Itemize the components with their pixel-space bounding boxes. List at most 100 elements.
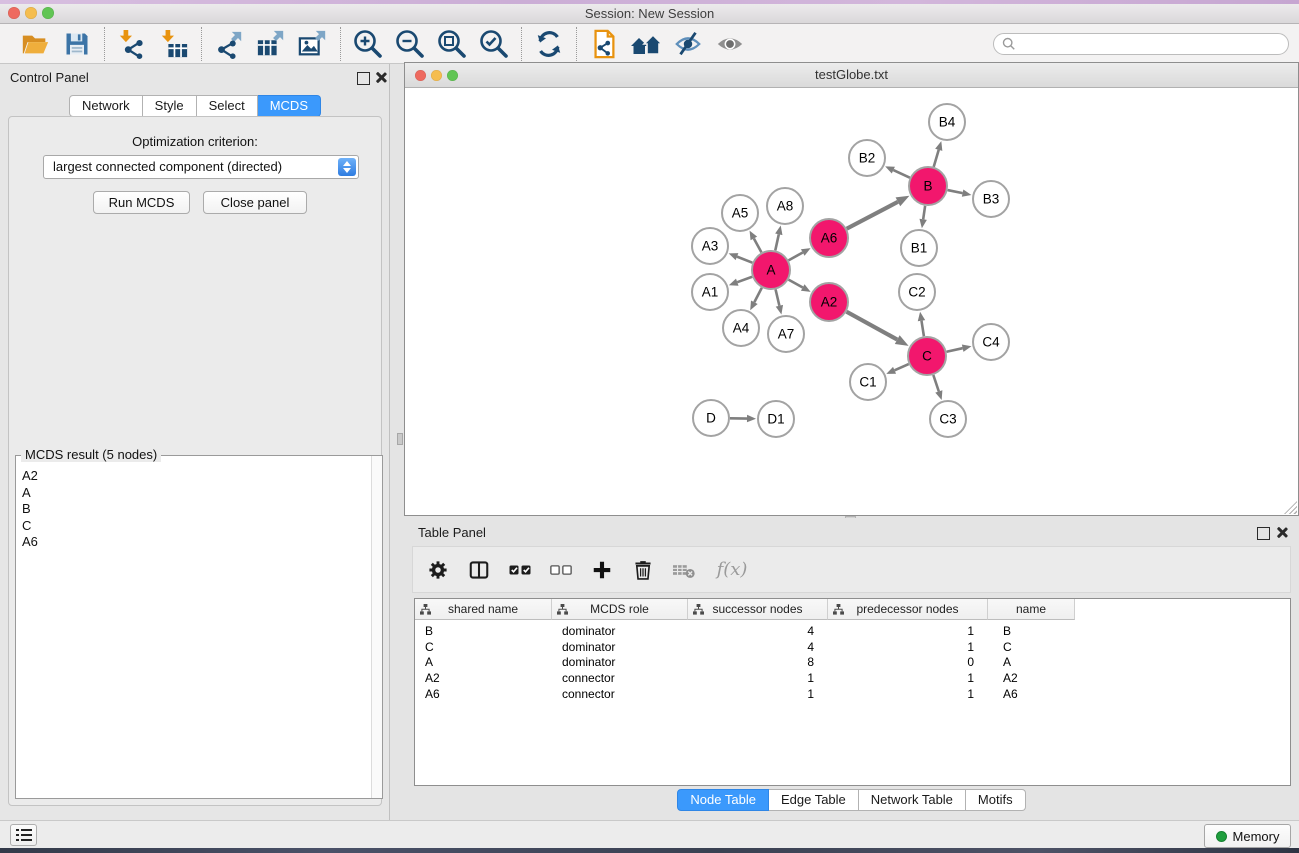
graph-node-C1[interactable]: C1 [850,364,886,400]
run-mcds-button[interactable]: Run MCDS [93,191,190,214]
table-cell[interactable]: A [988,655,1075,669]
tab-node-table[interactable]: Node Table [677,789,769,811]
network-canvas[interactable]: AA1A2A3A4A5A6A7A8BB1B2B3B4CC1C2C3C4DD1 [405,88,1298,515]
graph-node-B4[interactable]: B4 [929,104,965,140]
table-cell[interactable]: A [415,655,552,669]
close-panel-icon[interactable] [375,71,387,83]
import-table-icon[interactable] [153,26,195,62]
zoom-selected-icon[interactable] [473,26,515,62]
graph-node-A3[interactable]: A3 [692,228,728,264]
mcds-result-item[interactable]: A6 [22,534,372,551]
table-cell[interactable]: 4 [688,624,828,638]
mcds-result-item[interactable]: A [22,485,372,502]
table-cell[interactable]: A6 [415,687,552,701]
function-builder-icon[interactable]: f(x) [712,555,752,585]
tab-mcds[interactable]: MCDS [258,95,321,117]
home-icon[interactable] [625,26,667,62]
graph-edge-A-A2[interactable] [789,280,803,288]
table-row[interactable]: Adominator80A [415,654,1290,670]
result-list-scrollbar[interactable] [371,456,382,798]
tab-network-table[interactable]: Network Table [859,789,966,811]
export-table-icon[interactable] [250,26,292,62]
graph-edge-B-B1[interactable] [923,206,925,220]
graph-edge-C-C3[interactable] [933,375,939,392]
search-input[interactable] [1021,35,1280,52]
graph-edge-B-B3[interactable] [948,190,963,193]
table-cell[interactable]: B [988,624,1075,638]
graph-edge-C-C1[interactable] [895,364,909,370]
tab-network[interactable]: Network [69,95,143,117]
graph-node-A[interactable]: A [752,251,790,289]
table-cell[interactable]: connector [552,671,688,685]
table-row[interactable]: Bdominator41B [415,623,1290,639]
table-cell[interactable]: 1 [688,671,828,685]
graph-edge-A-A3[interactable] [737,257,752,263]
close-panel-button[interactable]: Close panel [203,191,307,214]
graph-edge-B-B2[interactable] [893,170,909,178]
table-cell[interactable]: 1 [828,671,988,685]
tab-select[interactable]: Select [197,95,258,117]
table-close-icon[interactable] [1276,526,1288,538]
tab-motifs[interactable]: Motifs [966,789,1026,811]
graph-node-A2[interactable]: A2 [810,283,848,321]
table-cell[interactable]: A6 [988,687,1075,701]
graph-edge-A-A8[interactable] [775,234,779,250]
table-cell[interactable]: dominator [552,624,688,638]
graph-node-B2[interactable]: B2 [849,140,885,176]
table-cell[interactable]: 1 [828,624,988,638]
open-file-icon[interactable] [14,26,56,62]
graph-edge-C-C4[interactable] [947,348,963,352]
mcds-result-item[interactable]: B [22,501,372,518]
mcds-result-item[interactable]: C [22,518,372,535]
graph-node-C3[interactable]: C3 [930,401,966,437]
zoom-in-icon[interactable] [347,26,389,62]
import-network-icon[interactable] [111,26,153,62]
column-header-successor-nodes[interactable]: successor nodes [688,599,828,620]
table-cell[interactable]: 1 [688,687,828,701]
graph-node-A1[interactable]: A1 [692,274,728,310]
table-cell[interactable]: 8 [688,655,828,669]
graph-node-A5[interactable]: A5 [722,195,758,231]
graph-edge-B-B4[interactable] [934,150,939,167]
tab-edge-table[interactable]: Edge Table [769,789,859,811]
column-header-name[interactable]: name [988,599,1075,620]
search-field[interactable] [993,33,1289,55]
graph-node-A8[interactable]: A8 [767,188,803,224]
delete-table-icon[interactable] [671,555,697,585]
table-cell[interactable]: connector [552,687,688,701]
table-cell[interactable]: A2 [988,671,1075,685]
graph-edge-A-A4[interactable] [754,288,761,302]
zoom-fit-icon[interactable] [431,26,473,62]
graph-edge-A-A7[interactable] [776,289,780,305]
table-row[interactable]: A6connector11A6 [415,686,1290,702]
graph-node-A6[interactable]: A6 [810,219,848,257]
table-cell[interactable]: A2 [415,671,552,685]
graph-node-C2[interactable]: C2 [899,274,935,310]
table-float-icon[interactable] [1257,527,1270,540]
graph-node-A4[interactable]: A4 [723,310,759,346]
graph-edge-A2-C[interactable] [847,312,898,340]
table-cell[interactable]: dominator [552,640,688,654]
deselect-all-icon[interactable] [548,555,574,585]
graph-edge-A-A1[interactable] [737,277,752,282]
delete-row-icon[interactable] [630,555,656,585]
table-row[interactable]: A2connector11A2 [415,670,1290,686]
graph-node-B1[interactable]: B1 [901,230,937,266]
table-cell[interactable]: C [988,640,1075,654]
graph-edge-C-C2[interactable] [921,321,923,337]
memory-button[interactable]: Memory [1204,824,1291,848]
table-cell[interactable]: 4 [688,640,828,654]
pane-scrollbar-thumb[interactable] [397,433,403,445]
table-settings-gear-icon[interactable] [425,555,451,585]
show-columns-icon[interactable] [466,555,492,585]
network-file-icon[interactable] [583,26,625,62]
graph-node-D[interactable]: D [693,400,729,436]
graph-edge-A-A5[interactable] [754,238,762,252]
export-network-icon[interactable] [208,26,250,62]
show-graphics-icon[interactable] [709,26,751,62]
tab-style[interactable]: Style [143,95,197,117]
table-cell[interactable]: dominator [552,655,688,669]
column-header-predecessor-nodes[interactable]: predecessor nodes [828,599,988,620]
table-cell[interactable]: 0 [828,655,988,669]
add-row-icon[interactable] [589,555,615,585]
